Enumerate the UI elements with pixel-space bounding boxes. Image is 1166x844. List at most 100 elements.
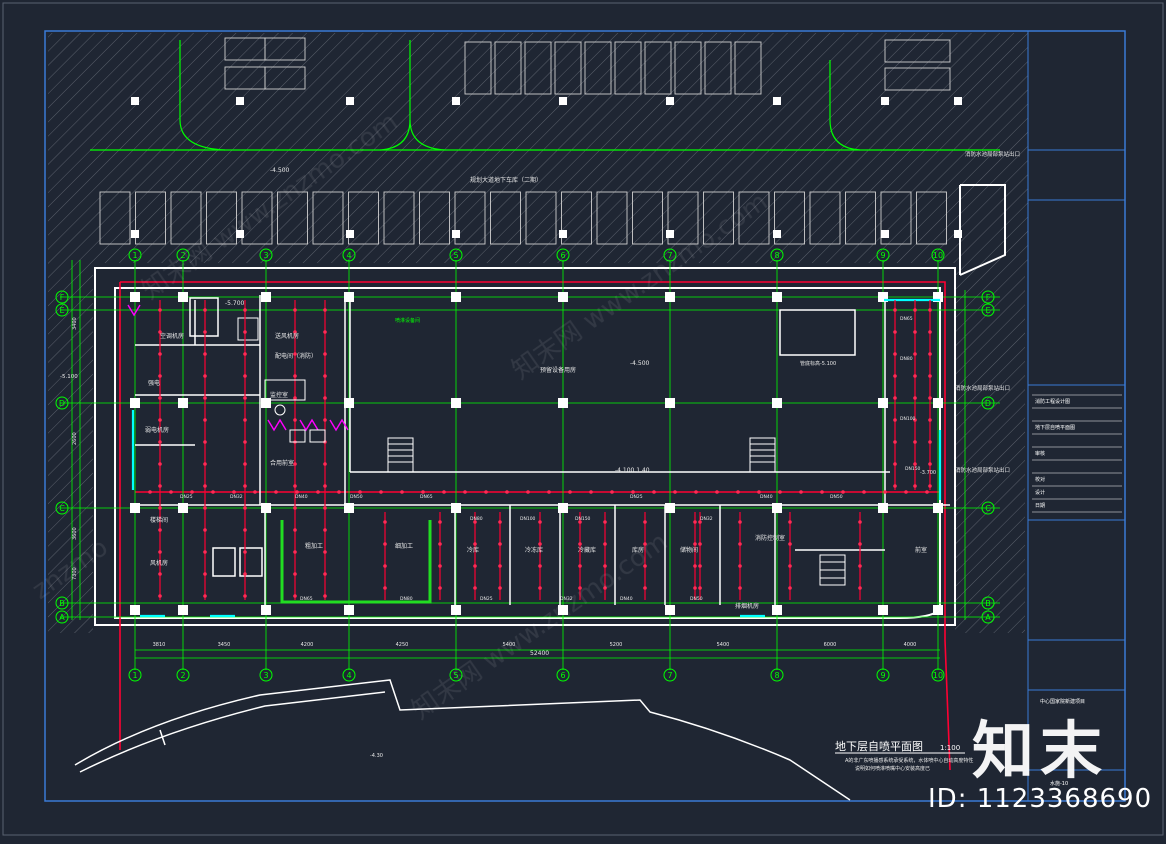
sprinkler-head	[538, 564, 542, 568]
elev-note-2: -4.30	[370, 753, 383, 759]
sprinkler-head	[438, 542, 442, 546]
column	[881, 97, 889, 105]
room-label-17: 送风机房	[275, 332, 299, 340]
pipe-size-tag: DN100	[900, 416, 916, 422]
dim-left: 3600	[72, 527, 78, 540]
sprinkler-head	[158, 418, 162, 422]
elev-left: -5.100	[60, 374, 78, 380]
column	[178, 605, 188, 615]
sprinkler-head	[203, 374, 207, 378]
room-label-15: 风机房	[150, 559, 168, 567]
sprinkler-head	[505, 490, 509, 494]
column	[954, 97, 962, 105]
sprinkler-head	[379, 490, 383, 494]
sprinkler-head	[293, 572, 297, 576]
sprinkler-head	[788, 542, 792, 546]
sprinkler-head	[442, 490, 446, 494]
sprinkler-head	[693, 564, 697, 568]
sprinkler-head	[538, 520, 542, 524]
sprinkler-head	[293, 308, 297, 312]
sprinkler-head	[203, 550, 207, 554]
sprinkler-head	[547, 490, 551, 494]
pipe-size-tag: DN25	[180, 494, 193, 500]
sprinkler-head	[158, 308, 162, 312]
sprinkler-head	[438, 520, 442, 524]
drawing-title: 地下层自喷平面图	[835, 740, 923, 753]
pipe-size-tag: DN40	[760, 494, 773, 500]
sprinkler-head	[913, 374, 917, 378]
dimension-lines	[71, 260, 966, 659]
sprinkler-head	[383, 542, 387, 546]
sprinkler-head	[928, 440, 932, 444]
sprinkler-head	[158, 440, 162, 444]
sprinkler-head	[738, 564, 742, 568]
note-right-1: 消防水池局部泵站出口	[955, 384, 1010, 392]
sprinkler-head	[913, 440, 917, 444]
dim-left: 2600	[72, 432, 78, 445]
sprinkler-head	[203, 418, 207, 422]
sprinkler-head	[232, 490, 236, 494]
title-block-frame	[1027, 31, 1125, 801]
column	[130, 605, 140, 615]
pipe-size-tag: DN150	[905, 466, 921, 472]
sprinkler-head	[568, 490, 572, 494]
sprinkler-head	[893, 396, 897, 400]
sprinkler-head	[203, 440, 207, 444]
pipe-size-tag: DN65	[300, 596, 313, 602]
sprinkler-head	[589, 490, 593, 494]
sprinkler-head	[610, 490, 614, 494]
drawing-note-1: 说明如何喷淋喷嘴中心安装高度已	[855, 765, 930, 772]
watermark-id: ID: 1123368690	[928, 784, 1153, 814]
sprinkler-head	[820, 490, 824, 494]
sprinkler-head	[243, 308, 247, 312]
axis-bottom-6-label: 6	[560, 671, 565, 680]
sprinkler-head	[438, 586, 442, 590]
column	[666, 97, 674, 105]
axis-top-1-label: 1	[132, 251, 137, 260]
elev-outside: -4.500	[270, 167, 290, 174]
pipe-size-tag: DN80	[470, 516, 483, 522]
sprinkler-head	[631, 490, 635, 494]
sprinkler-head	[243, 484, 247, 488]
room-label-16: 合用前室	[270, 459, 294, 467]
tb-row-3: 校对	[1035, 476, 1045, 483]
room-label-7: 冷库	[467, 546, 479, 554]
sprinkler-head	[323, 396, 327, 400]
drawing-scale: 1:100	[940, 744, 960, 752]
room-label-14: 排烟机房	[735, 602, 759, 610]
room-label-18: 前室	[915, 546, 927, 554]
sprinkler-head	[928, 352, 932, 356]
sprinkler-head	[693, 542, 697, 546]
tb-row-1: 地下层自喷平面图	[1035, 424, 1075, 431]
column	[130, 292, 140, 302]
column	[261, 292, 271, 302]
sprinkler-head	[323, 308, 327, 312]
sprinkler-head	[473, 542, 477, 546]
column	[559, 97, 567, 105]
axis-top-3-label: 3	[263, 251, 268, 260]
room-label-13: 储物间	[680, 546, 698, 554]
sprinkler-head	[858, 586, 862, 590]
sprinkler-head	[498, 586, 502, 590]
column	[933, 398, 943, 408]
sprinkler-head	[383, 520, 387, 524]
sprinkler-head	[913, 484, 917, 488]
column	[559, 230, 567, 238]
column	[773, 230, 781, 238]
pipe-size-tag: DN40	[620, 596, 633, 602]
column	[772, 605, 782, 615]
sprinkler-head	[913, 330, 917, 334]
drawing-title-block: 地下层自喷平面图 1:100 A的非广东喷播感系统承受系统，水体喷中心自动高度特…	[835, 740, 973, 772]
sprinkler-head	[893, 440, 897, 444]
sprinkler-head	[158, 374, 162, 378]
column	[451, 398, 461, 408]
sprinkler-head	[323, 550, 327, 554]
sprinkler-head	[293, 528, 297, 532]
sprinkler-head	[698, 586, 702, 590]
axis-left-A-label: A	[59, 613, 65, 622]
sprinkler-head	[858, 542, 862, 546]
sprinkler-head	[463, 490, 467, 494]
sprinkler-head	[799, 490, 803, 494]
sprinkler-head	[203, 396, 207, 400]
sprinkler-head	[603, 520, 607, 524]
